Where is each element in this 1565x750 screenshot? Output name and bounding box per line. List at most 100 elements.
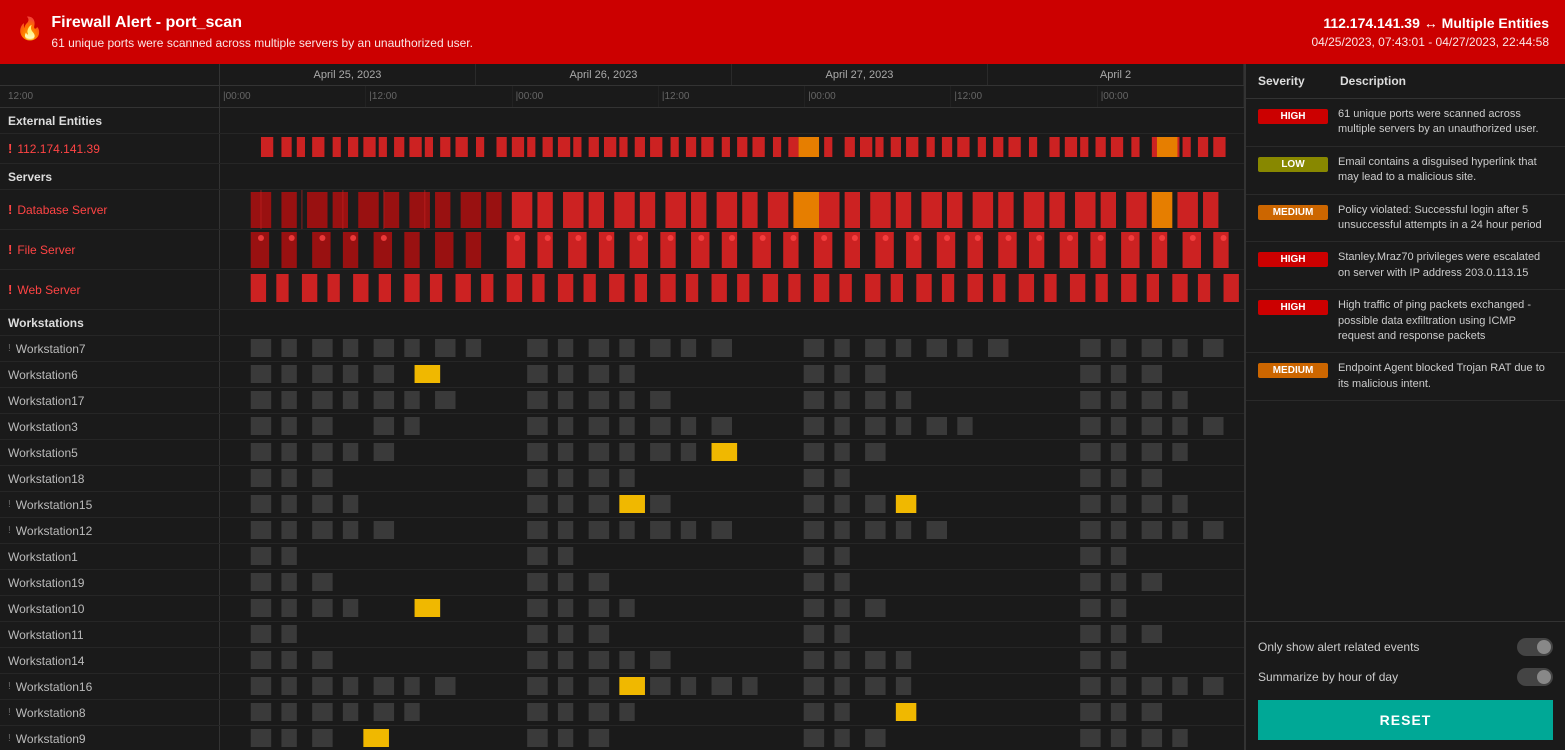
alert-desc-5: High traffic of ping packets exchanged -… xyxy=(1338,298,1553,344)
ws12-name: Workstation12 xyxy=(16,524,92,538)
severity-badge-2: LOW xyxy=(1258,157,1328,172)
external-section-label: External Entities xyxy=(0,108,220,133)
alert-desc-6: Endpoint Agent blocked Trojan RAT due to… xyxy=(1338,361,1553,392)
ws1-vis xyxy=(220,544,1244,569)
alert-item-3[interactable]: MEDIUM Policy violated: Successful login… xyxy=(1246,195,1565,243)
ws16-indicator: ! xyxy=(8,681,11,692)
ws5-vis xyxy=(220,440,1244,465)
ws15-indicator: ! xyxy=(8,499,11,510)
ws1-name: Workstation1 xyxy=(8,550,78,564)
section-servers: Servers xyxy=(0,164,1244,190)
severity-badge-3: MEDIUM xyxy=(1258,205,1328,220)
external-ip-label: ! 112.174.141.39 xyxy=(0,134,220,163)
timeline-body[interactable]: External Entities ! 112.174.141.39 xyxy=(0,108,1244,750)
date-bar: April 25, 2023 April 26, 2023 April 27, … xyxy=(0,64,1244,86)
time-0000-1: |00:00 xyxy=(220,86,366,107)
row-file-server: ! File Server xyxy=(0,230,1244,270)
time-1200-2: |12:00 xyxy=(659,86,805,107)
right-panel: Severity Description HIGH 61 unique port… xyxy=(1245,64,1565,750)
row-ws5: Workstation5 xyxy=(0,440,1244,466)
ws5-name: Workstation5 xyxy=(8,446,78,460)
date-april27: April 27, 2023 xyxy=(732,64,988,85)
ws16-label: ! Workstation16 xyxy=(0,674,220,699)
alert-icon-web: ! xyxy=(8,282,12,297)
toggle-row-2: Summarize by hour of day xyxy=(1258,662,1553,692)
date-april25: April 25, 2023 xyxy=(220,64,476,85)
ws16-vis xyxy=(220,674,1244,699)
ws6-label: Workstation6 xyxy=(0,362,220,387)
alert-item-2[interactable]: LOW Email contains a disguised hyperlink… xyxy=(1246,147,1565,195)
time-0000-2: |00:00 xyxy=(513,86,659,107)
db-server-vis xyxy=(220,190,1244,229)
alert-icon-file: ! xyxy=(8,242,12,257)
ws8-label: ! Workstation8 xyxy=(0,700,220,725)
ws11-name: Workstation11 xyxy=(8,628,84,642)
severity-badge-4: HIGH xyxy=(1258,252,1328,267)
alert-title: Firewall Alert - port_scan xyxy=(51,14,473,32)
toggle2[interactable] xyxy=(1517,668,1553,686)
ws8-indicator: ! xyxy=(8,707,11,718)
ws7-name: Workstation7 xyxy=(16,342,86,356)
external-ip-vis xyxy=(220,134,1244,163)
time-1200-1: |12:00 xyxy=(366,86,512,107)
ws7-label: ! Workstation7 xyxy=(0,336,220,361)
ws6-vis xyxy=(220,362,1244,387)
alert-item-4[interactable]: HIGH Stanley.Mraz70 privileges were esca… xyxy=(1246,242,1565,290)
flame-icon: 🔥 xyxy=(16,16,43,42)
alert-desc-1: 61 unique ports were scanned across mult… xyxy=(1338,107,1553,138)
ws15-vis xyxy=(220,492,1244,517)
ws1-label: Workstation1 xyxy=(0,544,220,569)
alert-header: 🔥 Firewall Alert - port_scan 61 unique p… xyxy=(0,0,1565,64)
alert-item-1[interactable]: HIGH 61 unique ports were scanned across… xyxy=(1246,99,1565,147)
ws9-vis xyxy=(220,726,1244,750)
ws14-name: Workstation14 xyxy=(8,654,84,668)
alert-desc-2: Email contains a disguised hyperlink tha… xyxy=(1338,155,1553,186)
ws7-vis xyxy=(220,336,1244,361)
ws6-name: Workstation6 xyxy=(8,368,78,382)
ws10-label: Workstation10 xyxy=(0,596,220,621)
alert-item-5[interactable]: HIGH High traffic of ping packets exchan… xyxy=(1246,290,1565,353)
toggle-section: Only show alert related events Summarize… xyxy=(1246,621,1565,750)
reset-button[interactable]: RESET xyxy=(1258,700,1553,740)
alert-desc-4: Stanley.Mraz70 privileges were escalated… xyxy=(1338,250,1553,281)
row-ws12: ! Workstation12 xyxy=(0,518,1244,544)
ip-label: 112.174.141.39 ↔ Multiple Entities xyxy=(1311,15,1549,31)
time-1200-3: |12:00 xyxy=(951,86,1097,107)
ws10-name: Workstation10 xyxy=(8,602,84,616)
row-ws17: Workstation17 xyxy=(0,388,1244,414)
row-ws16: ! Workstation16 xyxy=(0,674,1244,700)
time-0000-3: |00:00 xyxy=(805,86,951,107)
row-ws8: ! Workstation8 xyxy=(0,700,1244,726)
ws17-vis xyxy=(220,388,1244,413)
severity-badge-1: HIGH xyxy=(1258,109,1328,124)
main-content: April 25, 2023 April 26, 2023 April 27, … xyxy=(0,64,1565,750)
alert-item-6[interactable]: MEDIUM Endpoint Agent blocked Trojan RAT… xyxy=(1246,353,1565,401)
web-server-vis xyxy=(220,270,1244,309)
ws10-vis xyxy=(220,596,1244,621)
col-label-spacer xyxy=(0,64,220,85)
ws3-vis xyxy=(220,414,1244,439)
ws8-name: Workstation8 xyxy=(16,706,86,720)
toggle2-label: Summarize by hour of day xyxy=(1258,670,1398,684)
time-col-spacer: 12:00 xyxy=(0,86,220,107)
ws9-indicator: ! xyxy=(8,733,11,744)
date-april26: April 26, 2023 xyxy=(476,64,732,85)
severity-header: Severity xyxy=(1258,74,1328,88)
servers-section-label: Servers xyxy=(0,164,220,189)
ws19-label: Workstation19 xyxy=(0,570,220,595)
toggle1[interactable] xyxy=(1517,638,1553,656)
file-server-name: File Server xyxy=(17,243,75,257)
section-workstations: Workstations xyxy=(0,310,1244,336)
row-ws15: ! Workstation15 xyxy=(0,492,1244,518)
file-server-vis xyxy=(220,230,1244,269)
row-ws9: ! Workstation9 xyxy=(0,726,1244,750)
toggle1-label: Only show alert related events xyxy=(1258,640,1419,654)
ws7-indicator: ! xyxy=(8,343,11,354)
file-server-label: ! File Server xyxy=(0,230,220,269)
row-ws18: Workstation18 xyxy=(0,466,1244,492)
ws19-vis xyxy=(220,570,1244,595)
time-0000-4: |00:00 xyxy=(1098,86,1244,107)
ws19-name: Workstation19 xyxy=(8,576,84,590)
ws12-vis xyxy=(220,518,1244,543)
ws12-indicator: ! xyxy=(8,525,11,536)
